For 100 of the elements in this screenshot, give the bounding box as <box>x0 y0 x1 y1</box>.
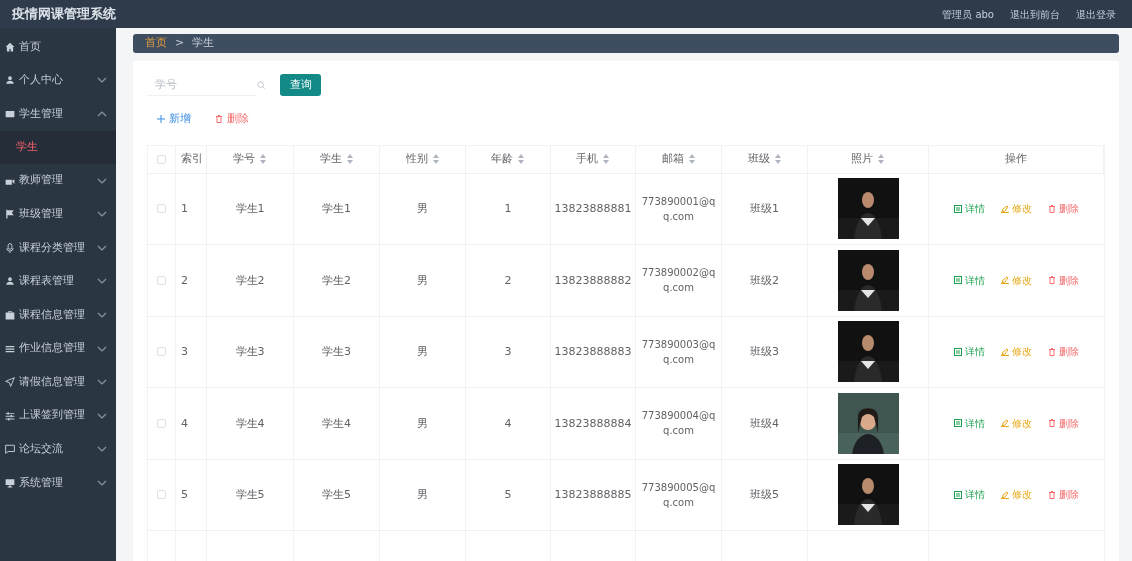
row-checkbox[interactable] <box>157 275 166 285</box>
table-cell: 学生3 <box>235 344 265 360</box>
sidebar-item[interactable]: 课程信息管理 <box>0 298 116 332</box>
sidebar-item[interactable]: 班级管理 <box>0 197 116 231</box>
pencil-icon <box>1001 347 1009 356</box>
row-checkbox[interactable] <box>157 347 166 357</box>
sidebar-label: 课程表管理 <box>19 273 75 290</box>
row-checkbox[interactable] <box>157 418 166 428</box>
table-cell: 2 <box>181 272 188 288</box>
trash-icon <box>1048 204 1056 213</box>
sort-icon[interactable] <box>517 154 525 164</box>
trash-icon <box>215 115 223 124</box>
table-cell: 男 <box>417 415 428 431</box>
sidebar-label: 课程信息管理 <box>19 306 86 323</box>
sidebar-item[interactable]: 论坛交流 <box>0 432 116 467</box>
row-action-link[interactable]: 详情 <box>954 487 985 503</box>
plus-icon <box>157 115 165 124</box>
breadcrumb-item[interactable]: 首页 <box>145 35 167 52</box>
add-button[interactable]: 新增 <box>157 111 191 128</box>
table-cell: 男 <box>417 272 428 288</box>
sort-icon[interactable] <box>687 154 696 164</box>
sidebar-subitem[interactable]: 学生 <box>0 130 116 164</box>
breadcrumb-separator: > <box>175 35 185 52</box>
sort-icon[interactable] <box>345 154 354 164</box>
row-checkbox[interactable] <box>157 204 166 214</box>
table-cell-text: 773890002@qq.com <box>640 266 717 296</box>
sort-icon[interactable] <box>602 154 610 164</box>
sort-icon[interactable] <box>259 154 267 164</box>
table-cell-text: 773890004@qq.com <box>640 409 717 439</box>
row-action-link[interactable]: 详情 <box>954 272 985 288</box>
flag-icon <box>5 209 15 220</box>
row-action-link[interactable]: 详情 <box>954 415 985 431</box>
sidebar-label: 上课签到管理 <box>19 407 86 424</box>
column-header[interactable]: 照片 <box>808 145 929 173</box>
column-header: 索引 <box>176 145 207 173</box>
table-cell: 学生3 <box>322 344 351 360</box>
sort-icon[interactable] <box>773 154 782 164</box>
table-cell: 班级4 <box>750 415 779 431</box>
sidebar-item[interactable]: 作业信息管理 <box>0 331 116 366</box>
table-cell: 13823888883 <box>554 344 632 360</box>
row-action-link[interactable]: 详情 <box>954 201 985 217</box>
column-header[interactable]: 学号 <box>207 145 294 173</box>
column-header[interactable]: 邮箱 <box>636 145 722 173</box>
sidebar-item[interactable]: 个人中心 <box>0 63 116 98</box>
pencil-icon <box>1001 276 1009 285</box>
mic-icon <box>5 242 15 253</box>
user-icon <box>5 276 15 287</box>
table-cell: 男 <box>417 201 428 217</box>
trash-icon <box>1048 490 1056 499</box>
table-cell: 学生1 <box>235 201 265 217</box>
table-cell: 学生1 <box>322 201 351 217</box>
header-link[interactable]: 退出登录 <box>1076 6 1116 22</box>
trash-icon <box>1048 419 1056 428</box>
sidebar-label: 论坛交流 <box>19 441 64 458</box>
sidebar-item[interactable]: 请假信息管理 <box>0 365 116 399</box>
sort-icon[interactable] <box>877 154 885 164</box>
document-icon <box>954 419 962 428</box>
table-cell: 男 <box>417 487 428 503</box>
sidebar-label: 个人中心 <box>19 72 64 89</box>
column-header[interactable]: 手机 <box>551 145 636 173</box>
table-cell: 班级3 <box>750 344 779 360</box>
table-cell-text: 773890001@qq.com <box>640 194 717 224</box>
sidebar-item[interactable]: 教师管理 <box>0 163 116 198</box>
sidebar-item[interactable]: 系统管理 <box>0 466 116 500</box>
sidebar-item[interactable]: 学生管理 <box>0 97 116 131</box>
pencil-icon <box>1001 204 1009 213</box>
sidebar-label: 学生管理 <box>19 105 64 122</box>
document-icon <box>954 276 962 285</box>
table-cell: 班级2 <box>750 272 779 288</box>
search-button[interactable]: 查询 <box>280 74 321 96</box>
sort-icon[interactable] <box>431 154 440 164</box>
header-link[interactable]: 退出到前台 <box>1010 6 1060 22</box>
home-icon <box>5 41 15 52</box>
table-cell-text: 773890005@qq.com <box>640 480 717 510</box>
app-title: 疫情网课管理系统 <box>12 5 116 24</box>
sidebar-item[interactable]: 首页 <box>0 30 116 64</box>
briefcase-icon <box>5 309 15 320</box>
column-header[interactable]: 班级 <box>722 145 808 173</box>
search-field[interactable]: 学号 <box>147 74 257 96</box>
sidebar-item[interactable]: 课程分类管理 <box>0 230 116 265</box>
column-header[interactable]: 性别 <box>380 145 466 173</box>
table-cell: 13823888884 <box>554 415 632 431</box>
table-cell: 4 <box>181 415 188 431</box>
chat-icon <box>5 444 15 455</box>
sidebar-label: 班级管理 <box>19 205 64 222</box>
select-all-checkbox[interactable] <box>157 154 166 164</box>
column-header[interactable]: 学生 <box>294 145 380 173</box>
user-icon <box>5 75 15 86</box>
row-checkbox[interactable] <box>157 490 166 500</box>
breadcrumb-item: 学生 <box>192 35 215 52</box>
table-cell: 学生2 <box>322 272 351 288</box>
sidebar-item[interactable]: 课程表管理 <box>0 264 116 299</box>
table-cell: 1 <box>181 201 188 217</box>
table-cell: 5 <box>181 487 188 503</box>
row-action-link[interactable]: 详情 <box>954 344 985 360</box>
search-icon <box>257 81 265 89</box>
table-cell: 2 <box>504 272 512 288</box>
trash-icon <box>1048 347 1056 356</box>
sidebar-item[interactable]: 上课签到管理 <box>0 398 116 433</box>
column-header[interactable]: 年龄 <box>466 145 551 173</box>
